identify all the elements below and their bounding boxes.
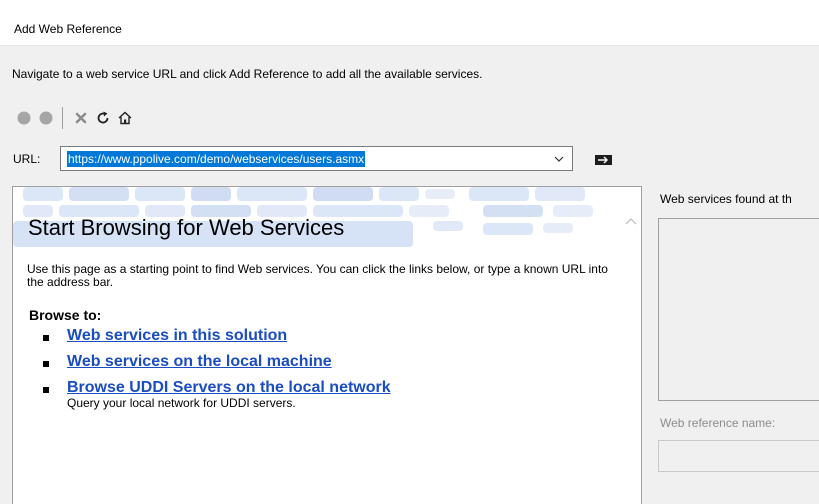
browse-to-heading: Browse to: xyxy=(29,307,102,323)
bullet-icon xyxy=(43,361,49,367)
toolbar-separator xyxy=(62,107,63,129)
instruction-text: Navigate to a web service URL and click … xyxy=(12,67,483,81)
vertical-scrollbar[interactable] xyxy=(621,187,641,504)
services-found-label: Web services found at th xyxy=(660,192,792,206)
link-uddi-description: Query your local network for UDDI server… xyxy=(67,396,296,410)
web-reference-name-label: Web reference name: xyxy=(660,416,776,430)
list-item: Browse UDDI Servers on the local network… xyxy=(43,379,391,409)
bullet-icon xyxy=(43,335,49,341)
link-solution-services[interactable]: Web services in this solution xyxy=(67,327,287,344)
list-item: Web services in this solution xyxy=(43,327,391,345)
services-panel: Web services found at th Web reference n… xyxy=(657,186,819,504)
url-label: URL: xyxy=(13,152,41,166)
web-reference-name-input[interactable] xyxy=(658,440,819,472)
web-browser-pane[interactable]: Start Browsing for Web Services Use this… xyxy=(12,186,642,504)
go-arrow-icon[interactable] xyxy=(594,153,614,167)
scroll-up-icon[interactable] xyxy=(625,215,637,225)
list-item: Web services on the local machine xyxy=(43,353,391,371)
banner: Start Browsing for Web Services xyxy=(13,187,621,249)
browser-toolbar xyxy=(14,106,137,130)
dialog-titlebar: Add Web Reference xyxy=(0,0,819,46)
home-icon[interactable] xyxy=(115,108,135,128)
dialog-title: Add Web Reference xyxy=(14,22,122,36)
stop-icon[interactable] xyxy=(71,108,91,128)
refresh-icon[interactable] xyxy=(93,108,113,128)
page-description: Use this page as a starting point to fin… xyxy=(27,262,608,289)
url-combobox[interactable]: https://www.ppolive.com/demo/webservices… xyxy=(60,146,573,171)
page-heading: Start Browsing for Web Services xyxy=(28,215,345,240)
chevron-down-icon[interactable] xyxy=(552,152,566,166)
browse-links: Web services in this solution Web servic… xyxy=(43,327,391,417)
link-uddi-servers[interactable]: Browse UDDI Servers on the local network xyxy=(67,379,391,396)
link-local-machine-services[interactable]: Web services on the local machine xyxy=(67,353,332,370)
bullet-icon xyxy=(43,387,49,393)
services-found-list[interactable] xyxy=(658,218,819,401)
forward-icon[interactable] xyxy=(36,108,56,128)
url-input[interactable]: https://www.ppolive.com/demo/webservices… xyxy=(67,151,366,167)
back-icon[interactable] xyxy=(14,108,34,128)
